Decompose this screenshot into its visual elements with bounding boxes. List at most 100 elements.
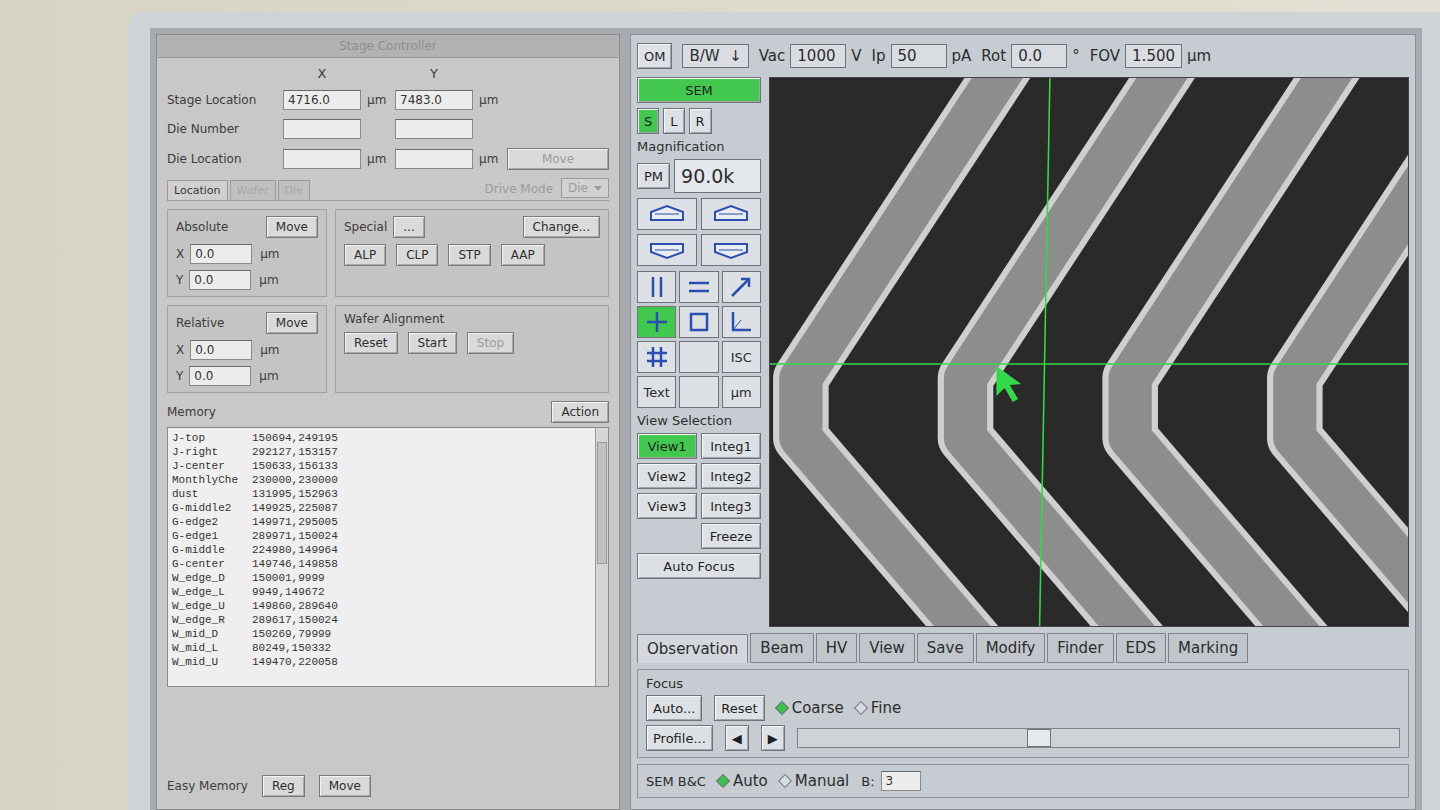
tool-button[interactable] bbox=[679, 271, 718, 303]
tool-button[interactable] bbox=[679, 376, 718, 408]
alignment-button[interactable]: Stop bbox=[467, 332, 514, 354]
tab[interactable]: View bbox=[859, 633, 915, 663]
more-button[interactable]: ... bbox=[393, 216, 424, 238]
memory-entry[interactable]: W_mid_L80249,150332 bbox=[172, 641, 591, 655]
magnification-value[interactable]: 90.0k bbox=[674, 159, 761, 193]
memory-entry[interactable]: G-middle224980,149964 bbox=[172, 543, 591, 557]
y-input[interactable]: 7483.0 bbox=[395, 90, 473, 110]
tab[interactable]: Beam bbox=[750, 633, 813, 663]
y-input[interactable] bbox=[395, 119, 473, 139]
special-button[interactable]: ALP bbox=[344, 244, 386, 266]
auto-focus-button[interactable]: Auto Focus bbox=[637, 553, 761, 579]
memory-entry[interactable]: W_edge_L9949,149672 bbox=[172, 585, 591, 599]
focus-reset-button[interactable]: Reset bbox=[714, 695, 764, 721]
special-button[interactable]: STP bbox=[448, 244, 490, 266]
tab[interactable]: Finder bbox=[1047, 633, 1113, 663]
sem-image[interactable] bbox=[770, 78, 1408, 626]
axis-input[interactable]: 0.0 bbox=[190, 244, 252, 264]
memory-entry[interactable]: J-right292127,153157 bbox=[172, 445, 591, 459]
tab[interactable]: Observation bbox=[637, 634, 748, 663]
axis-input[interactable]: 0.0 bbox=[190, 340, 252, 360]
change-button[interactable]: Change... bbox=[523, 216, 600, 238]
memory-entry[interactable]: W_edge_D150001,9999 bbox=[172, 571, 591, 585]
tab[interactable]: Location bbox=[167, 180, 228, 200]
tool-button[interactable] bbox=[637, 306, 676, 338]
memory-entry[interactable]: W_edge_R289617,150024 bbox=[172, 613, 591, 627]
tool-button[interactable] bbox=[637, 271, 676, 303]
alignment-button[interactable]: Start bbox=[408, 332, 457, 354]
focus-profile-button[interactable]: Profile... bbox=[646, 725, 713, 751]
y-input[interactable] bbox=[395, 149, 473, 169]
pm-button[interactable]: PM bbox=[637, 163, 670, 189]
scrollbar[interactable] bbox=[595, 428, 608, 686]
memory-entry[interactable]: W_edge_U149860,289640 bbox=[172, 599, 591, 613]
tool-button[interactable] bbox=[722, 271, 761, 303]
scroll-thumb[interactable] bbox=[597, 442, 607, 564]
action-button[interactable]: Action bbox=[551, 401, 609, 423]
scan-button[interactable] bbox=[637, 198, 697, 230]
view-button[interactable]: View3 bbox=[637, 493, 697, 519]
detector-button[interactable]: S bbox=[637, 108, 659, 134]
mode-dropdown[interactable]: B/W ↓ bbox=[682, 44, 748, 68]
tool-button[interactable] bbox=[679, 341, 718, 373]
memory-entry[interactable]: G-edge1289971,150024 bbox=[172, 529, 591, 543]
memory-entry[interactable]: W_mid_U149470,220058 bbox=[172, 655, 591, 669]
easy-memory-button[interactable]: Move bbox=[319, 775, 371, 797]
bc-mode-radio[interactable]: Manual bbox=[780, 772, 850, 790]
detector-button[interactable]: R bbox=[689, 108, 712, 134]
brightness-input[interactable]: 3 bbox=[881, 771, 921, 791]
focus-mode-radio[interactable]: Fine bbox=[856, 699, 901, 717]
tab[interactable]: Die bbox=[278, 180, 310, 200]
sem-button[interactable]: SEM bbox=[637, 77, 761, 103]
tool-button[interactable] bbox=[637, 341, 676, 373]
memory-entry[interactable]: G-center149746,149858 bbox=[172, 557, 591, 571]
special-button[interactable]: CLP bbox=[396, 244, 438, 266]
view-button[interactable]: Integ1 bbox=[701, 433, 761, 459]
parameter-input[interactable]: 1.500 bbox=[1125, 44, 1182, 68]
tool-button[interactable] bbox=[722, 306, 761, 338]
tool-button[interactable]: Text bbox=[637, 376, 676, 408]
scan-button[interactable] bbox=[701, 234, 761, 266]
memory-list[interactable]: J-top150694,249195J-right292127,153157J-… bbox=[167, 427, 609, 687]
tab[interactable]: Modify bbox=[976, 633, 1046, 663]
tab[interactable]: Marking bbox=[1168, 633, 1248, 663]
view-button[interactable]: Integ3 bbox=[701, 493, 761, 519]
freeze-button[interactable]: Freeze bbox=[701, 523, 761, 549]
scan-button[interactable] bbox=[637, 234, 697, 266]
memory-entry[interactable]: MonthlyChe230000,230000 bbox=[172, 473, 591, 487]
memory-entry[interactable]: G-edge2149971,295005 bbox=[172, 515, 591, 529]
easy-memory-button[interactable]: Reg bbox=[262, 775, 305, 797]
x-input[interactable] bbox=[283, 149, 361, 169]
scan-button[interactable] bbox=[701, 198, 761, 230]
tool-button[interactable] bbox=[679, 306, 718, 338]
tool-button[interactable]: µm bbox=[722, 376, 761, 408]
view-button[interactable]: View2 bbox=[637, 463, 697, 489]
move-button[interactable]: Move bbox=[266, 312, 318, 334]
focus-right-button[interactable]: ▶ bbox=[761, 725, 785, 751]
memory-entry[interactable]: W_mid_D150269,79999 bbox=[172, 627, 591, 641]
move-button[interactable]: Move bbox=[266, 216, 318, 238]
x-input[interactable]: 4716.0 bbox=[283, 90, 361, 110]
drive-mode-dropdown[interactable]: Die bbox=[561, 178, 609, 198]
parameter-input[interactable]: 1000 bbox=[790, 44, 846, 68]
slider-thumb[interactable] bbox=[1027, 729, 1051, 747]
focus-mode-radio[interactable]: Coarse bbox=[777, 699, 844, 717]
focus-left-button[interactable]: ◀ bbox=[725, 725, 749, 751]
om-button[interactable]: OM bbox=[637, 43, 672, 69]
bc-mode-radio[interactable]: Auto bbox=[718, 772, 768, 790]
special-button[interactable]: AAP bbox=[501, 244, 545, 266]
tab[interactable]: EDS bbox=[1116, 633, 1167, 663]
memory-entry[interactable]: dust131995,152963 bbox=[172, 487, 591, 501]
focus-slider[interactable] bbox=[797, 728, 1400, 748]
memory-entry[interactable]: G-middle2149925,225087 bbox=[172, 501, 591, 515]
view-button[interactable]: View1 bbox=[637, 433, 697, 459]
tool-button[interactable]: ISC bbox=[722, 341, 761, 373]
x-input[interactable] bbox=[283, 119, 361, 139]
memory-entry[interactable]: J-center150633,156133 bbox=[172, 459, 591, 473]
view-button[interactable]: Integ2 bbox=[701, 463, 761, 489]
tab[interactable]: Wafer bbox=[230, 180, 276, 200]
detector-button[interactable]: L bbox=[663, 108, 684, 134]
parameter-input[interactable]: 0.0 bbox=[1011, 44, 1067, 68]
focus-auto-button[interactable]: Auto... bbox=[646, 695, 702, 721]
alignment-button[interactable]: Reset bbox=[344, 332, 398, 354]
